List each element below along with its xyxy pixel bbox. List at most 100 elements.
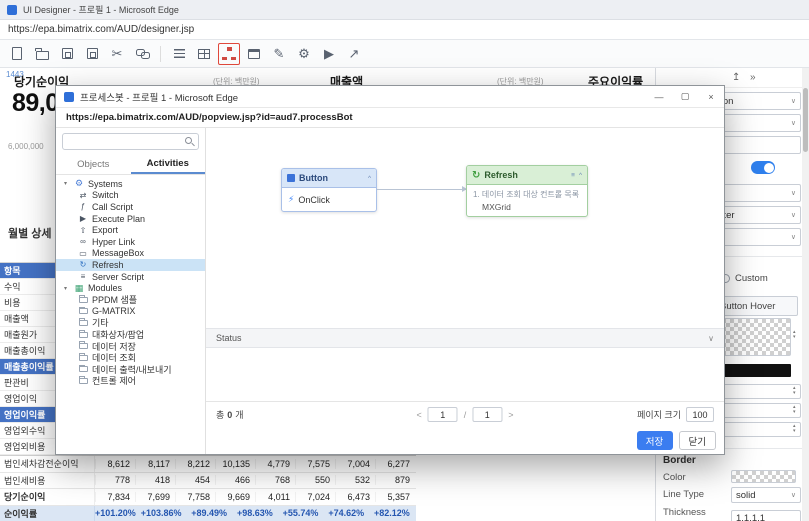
link-icon[interactable]	[131, 43, 153, 65]
line-type-select[interactable]: solid ∨	[731, 487, 801, 503]
tree-item-server-script[interactable]: ≡ Server Script	[56, 271, 205, 283]
table-cell: +89.49%	[191, 508, 228, 519]
status-section-header[interactable]: Status ∨	[206, 328, 724, 348]
stepper-icons[interactable]: ▴ ▾	[793, 386, 796, 395]
tree-folder-etc[interactable]: 기타	[56, 317, 205, 329]
maximize-icon[interactable]: ▢	[672, 86, 698, 107]
table-cell: 9,669	[215, 491, 255, 502]
table-cell: 7,834	[95, 491, 135, 502]
thickness-input[interactable]: 1.1.1.1	[731, 510, 801, 521]
table-row[interactable]: 법인세차감전순이익 8,612 8,117 8,212 10,135 4,779…	[0, 456, 416, 473]
total-pages-input[interactable]	[472, 407, 503, 422]
scrollbar-thumb[interactable]	[803, 88, 808, 152]
tree-folder-data-save[interactable]: 데이터 저장	[56, 340, 205, 352]
dialog-title: 프로세스봇 - 프로필 1 - Microsoft Edge	[80, 92, 239, 104]
cut-icon[interactable]: ✂	[106, 43, 128, 65]
close-button[interactable]: 닫기	[678, 431, 716, 450]
pagination: < / >	[416, 407, 514, 422]
border-color-swatch[interactable]	[731, 470, 796, 483]
refresh-node-body[interactable]: 1. 데이터 조회 대상 컨트롤 목록 MXGrid	[467, 185, 587, 216]
tree-item-messagebox[interactable]: ▭ MessageBox	[56, 248, 205, 260]
button-node[interactable]: Button ^ ⚡ OnClick	[281, 168, 377, 212]
current-page-input[interactable]	[427, 407, 458, 422]
tab-objects[interactable]: Objects	[56, 154, 131, 174]
tree-node-modules[interactable]: ▾ ▦ Modules	[56, 282, 205, 294]
stepper-icons[interactable]: ▴ ▾	[793, 330, 796, 339]
toggle-switch[interactable]	[751, 161, 775, 174]
hyperlink-icon: ∞	[80, 237, 86, 247]
chevron-down-icon: ∨	[790, 234, 796, 241]
tree-item-export[interactable]: ⇧ Export	[56, 224, 205, 236]
next-page-icon[interactable]: >	[508, 410, 513, 420]
table-row[interactable]: 당기순이익 7,834 7,699 7,758 9,669 4,011 7,02…	[0, 489, 416, 506]
server-script-icon: ≡	[80, 272, 86, 282]
dialog-actions: 저장 닫기	[206, 427, 724, 454]
refresh-node[interactable]: ↻ Refresh ≡ ^ 1. 데이터 조회 대상 컨트롤 목록 MXGrid	[466, 165, 588, 217]
search-input[interactable]	[63, 136, 198, 152]
step-down-icon: ▾	[793, 389, 796, 396]
page-size-input[interactable]	[686, 407, 714, 422]
tab-activities[interactable]: Activities	[130, 154, 205, 174]
table-cell: 8,212	[175, 458, 215, 469]
table-cell: 8,117	[135, 458, 175, 469]
menu-icon[interactable]: ≡	[571, 172, 575, 179]
address-bar[interactable]: https://epa.bimatrix.com/AUD/designer.js…	[0, 20, 809, 40]
flow-canvas[interactable]: Button ^ ⚡ OnClick ↻ Refresh ≡ ^ 1. 데이터 …	[206, 128, 724, 328]
panel-scrollbar[interactable]	[802, 68, 809, 521]
button-node-header[interactable]: Button ^	[282, 169, 376, 188]
tree-item-refresh-selected[interactable]: ↻ Refresh	[56, 259, 205, 271]
search-icon	[185, 137, 192, 144]
tree-folder-dialog-popup[interactable]: 대화상자/팝업	[56, 329, 205, 341]
stepper-icons[interactable]: ▴ ▾	[793, 405, 796, 414]
new-file-icon[interactable]	[6, 43, 28, 65]
pin-icon[interactable]: ↥	[732, 72, 740, 83]
app-logo-icon	[7, 4, 17, 15]
table-cell: 879	[375, 475, 415, 486]
list-icon[interactable]	[168, 43, 190, 65]
window-layout-icon[interactable]	[243, 43, 265, 65]
tree-folder-data-export[interactable]: 데이터 출력/내보내기	[56, 364, 205, 376]
flow-editor: Button ^ ⚡ OnClick ↻ Refresh ≡ ^ 1. 데이터 …	[206, 128, 724, 454]
share-icon[interactable]: ↗	[343, 43, 365, 65]
report-grid-icon[interactable]	[193, 43, 215, 65]
table-cell: +55.74%	[282, 508, 319, 519]
step-down-icon: ▾	[793, 408, 796, 415]
table-row-ratio[interactable]: 순이익률 +101.20% +103.86% +89.49% +98.63% +…	[0, 505, 416, 521]
collapse-icon[interactable]: ^	[368, 175, 371, 182]
save-icon[interactable]	[56, 43, 78, 65]
save-as-icon[interactable]	[81, 43, 103, 65]
tree-folder-ppdm-sample[interactable]: PPDM 샘플	[56, 294, 205, 306]
open-folder-icon[interactable]	[31, 43, 53, 65]
dialog-titlebar[interactable]: 프로세스봇 - 프로필 1 - Microsoft Edge — ▢ ×	[56, 86, 724, 108]
stepper-icons[interactable]: ▴ ▾	[793, 424, 796, 433]
custom-radio[interactable]: Custom	[721, 273, 768, 284]
minimize-icon[interactable]: —	[646, 86, 672, 107]
folder-icon	[79, 364, 88, 373]
table-row[interactable]: 법인세비용 778 418 454 466 768 550 532 879	[0, 472, 416, 489]
settings-gear-icon[interactable]: ⚙	[293, 43, 315, 65]
tree-folder-g-matrix[interactable]: G-MATRIX	[56, 306, 205, 318]
tree-folder-data-query[interactable]: 데이터 조회	[56, 352, 205, 364]
save-button[interactable]: 저장	[636, 431, 673, 450]
folder-icon	[79, 318, 88, 326]
prev-page-icon[interactable]: <	[416, 410, 421, 420]
tree-node-systems[interactable]: ▾ ⚙ Systems	[56, 178, 205, 190]
caret-down-icon: ▾	[64, 181, 68, 188]
dialog-address-bar[interactable]: https://epa.bimatrix.com/AUD/popview.jsp…	[56, 108, 724, 128]
refresh-node-header[interactable]: ↻ Refresh ≡ ^	[467, 166, 587, 185]
collapse-icon[interactable]: ^	[579, 172, 582, 179]
edit-icon[interactable]: ✎	[268, 43, 290, 65]
tree-item-execute-plan[interactable]: ▶ Execute Plan	[56, 213, 205, 225]
tree-folder-control[interactable]: 컨트롤 제어	[56, 375, 205, 387]
close-icon[interactable]: ×	[698, 86, 724, 107]
expand-panel-icon[interactable]: »	[750, 72, 756, 83]
table-cell: +101.20%	[95, 508, 136, 519]
process-bot-icon[interactable]	[218, 42, 240, 65]
tree-item-call-script[interactable]: ƒ Call Script	[56, 201, 205, 213]
tree-item-hyper-link[interactable]: ∞ Hyper Link	[56, 236, 205, 248]
run-icon[interactable]: ▶	[318, 43, 340, 65]
button-node-body[interactable]: ⚡ OnClick	[282, 188, 376, 211]
search-box[interactable]	[62, 133, 199, 152]
systems-gear-icon: ⚙	[74, 178, 84, 189]
tree-item-switch[interactable]: ⇄ Switch	[56, 190, 205, 202]
